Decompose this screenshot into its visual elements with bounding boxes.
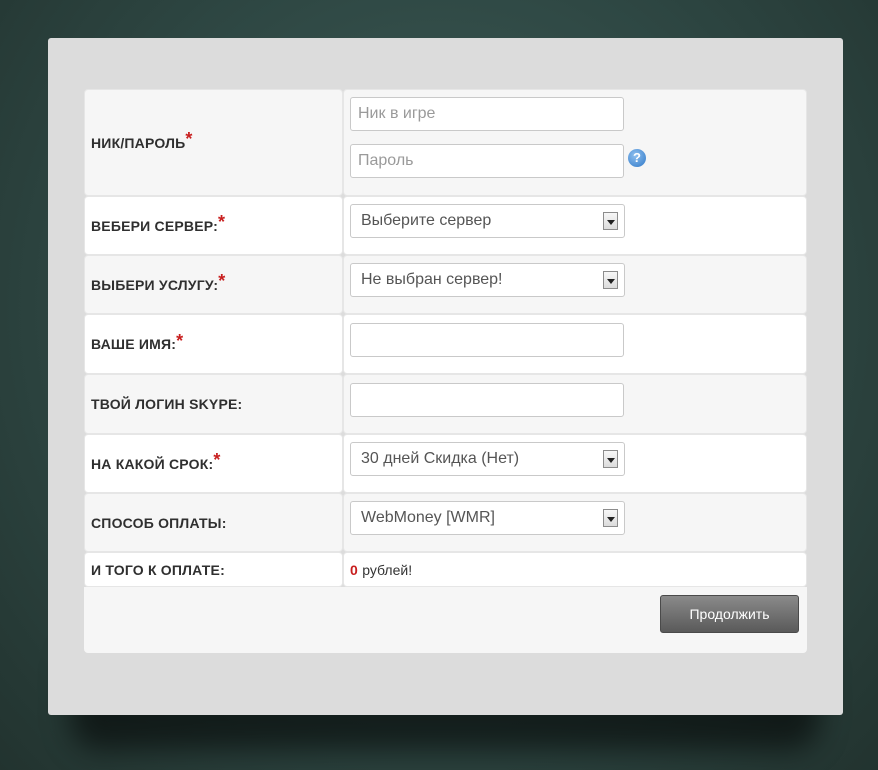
required-mark: * bbox=[176, 330, 184, 351]
total-cell: 0 рублей! bbox=[343, 552, 807, 587]
term-select[interactable]: 30 дней Скидка (Нет) bbox=[350, 442, 625, 476]
required-mark: * bbox=[213, 450, 221, 470]
row-server: ВЕБЕРИ СЕРВЕР: * Выберите сервер bbox=[84, 196, 807, 255]
form-footer: Продолжить bbox=[84, 587, 807, 653]
skype-label: ТВОЙ ЛОГИН SKYPE: bbox=[84, 374, 343, 434]
server-cell: Выберите сервер bbox=[343, 196, 807, 255]
chevron-down-icon[interactable] bbox=[603, 212, 618, 230]
total-currency: рублей! bbox=[362, 561, 413, 578]
payment-select[interactable]: WebMoney [WMR] bbox=[350, 501, 625, 535]
service-select[interactable]: Не выбран сервер! bbox=[350, 263, 625, 297]
server-select[interactable]: Выберите сервер bbox=[350, 204, 625, 238]
question-icon[interactable]: ? bbox=[628, 149, 646, 167]
order-form: НИК/ПАРОЛЬ* ? ВЕБЕРИ СЕРВЕР:* Выберите с… bbox=[84, 89, 807, 653]
server-label: ВЕБЕРИ СЕРВЕР: * bbox=[84, 196, 343, 255]
login-fields: ? bbox=[343, 89, 807, 196]
order-panel: НИК/ПАРОЛЬ* ? ВЕБЕРИ СЕРВЕР:* Выберите с… bbox=[48, 38, 843, 715]
service-cell: Не выбран сервер! bbox=[343, 255, 807, 314]
row-name: ВАШЕ ИМЯ: * bbox=[84, 314, 807, 374]
required-mark: * bbox=[218, 212, 226, 232]
required-mark: * bbox=[185, 129, 193, 149]
total-label: И ТОГО К ОПЛАТЕ: bbox=[84, 552, 343, 587]
login-label: НИК/ПАРОЛЬ * bbox=[84, 89, 343, 196]
row-term: НА КАКОЙ СРОК: * 30 дней Скидка (Нет) bbox=[84, 434, 807, 493]
row-total: И ТОГО К ОПЛАТЕ: 0 рублей! bbox=[84, 552, 807, 587]
payment-label: СПОСОБ ОПЛАТЫ: bbox=[84, 493, 343, 552]
skype-cell bbox=[343, 374, 807, 434]
required-mark: * bbox=[218, 271, 226, 291]
row-login: НИК/ПАРОЛЬ* ? bbox=[84, 89, 807, 196]
term-label: НА КАКОЙ СРОК: * bbox=[84, 434, 343, 493]
row-payment: СПОСОБ ОПЛАТЫ: WebMoney [WMR] bbox=[84, 493, 807, 552]
payment-cell: WebMoney [WMR] bbox=[343, 493, 807, 552]
nick-input[interactable] bbox=[350, 97, 624, 131]
name-input[interactable] bbox=[350, 323, 624, 357]
name-label: ВАШЕ ИМЯ: * bbox=[84, 314, 343, 374]
row-service: ВЫБЕРИ УСЛУГУ: * Не выбран сервер! bbox=[84, 255, 807, 314]
chevron-down-icon[interactable] bbox=[603, 450, 618, 468]
term-cell: 30 дней Скидка (Нет) bbox=[343, 434, 807, 493]
continue-button[interactable]: Продолжить bbox=[660, 595, 799, 633]
skype-input[interactable] bbox=[350, 383, 624, 417]
name-cell bbox=[343, 314, 807, 374]
service-label: ВЫБЕРИ УСЛУГУ: * bbox=[84, 255, 343, 314]
password-input[interactable] bbox=[350, 144, 624, 178]
chevron-down-icon[interactable] bbox=[603, 271, 618, 289]
row-skype: ТВОЙ ЛОГИН SKYPE: bbox=[84, 374, 807, 434]
total-amount: 0 bbox=[350, 561, 358, 578]
chevron-down-icon[interactable] bbox=[603, 509, 618, 527]
